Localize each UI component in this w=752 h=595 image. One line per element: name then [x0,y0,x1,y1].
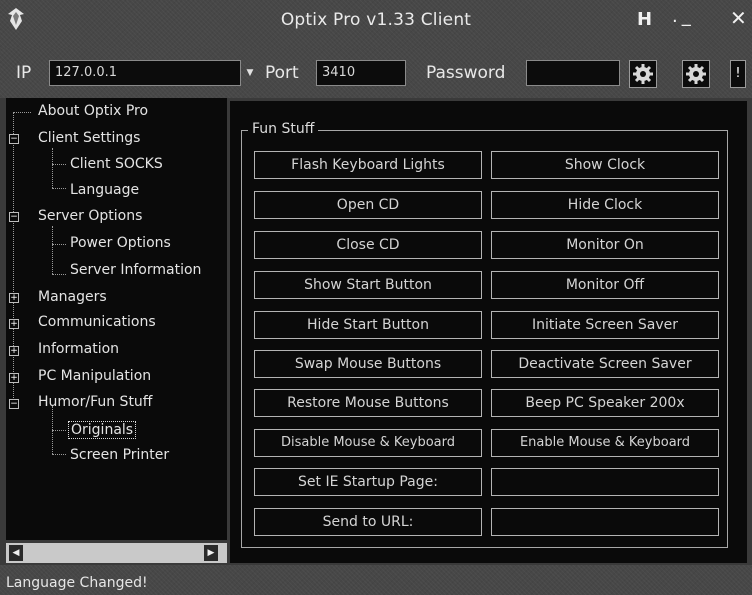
gear-icon [633,64,653,84]
ip-input[interactable]: 127.0.0.1 [49,60,241,86]
disconnect-button[interactable] [682,60,710,88]
help-button[interactable]: H [637,9,652,30]
connect-button[interactable] [629,60,657,88]
tree-item-originals[interactable]: Originals [68,421,137,439]
tree-item-power-options[interactable]: Power Options [70,235,171,251]
monitor-on-button[interactable]: Monitor On [491,231,719,259]
tree-item-client-socks[interactable]: Client SOCKS [70,156,163,172]
connection-toolbar: IP 127.0.0.1 ▼ Port 3410 Password ! [0,48,752,98]
expander-information[interactable]: + [9,346,19,356]
tree-horizontal-scrollbar[interactable]: ◀ ▶ [6,543,227,563]
swap-mouse-buttons-button[interactable]: Swap Mouse Buttons [254,350,482,378]
tree-item-humor-fun-stuff[interactable]: Humor/Fun Stuff [38,394,152,410]
tree-item-screen-printer[interactable]: Screen Printer [70,447,169,463]
monitor-off-button[interactable]: Monitor Off [491,271,719,299]
fun-stuff-legend: Fun Stuff [248,121,319,137]
scroll-right-icon[interactable]: ▶ [204,545,218,561]
tree-item-server-options[interactable]: Server Options [38,208,142,224]
expander-managers[interactable]: + [9,293,19,303]
tree-item-client-settings[interactable]: Client Settings [38,130,140,146]
scroll-left-icon[interactable]: ◀ [9,545,23,561]
flash-keyboard-lights-button[interactable]: Flash Keyboard Lights [254,151,482,179]
fun-stuff-group: Fun Stuff Flash Keyboard Lights Open CD … [241,121,728,548]
hide-start-button-button[interactable]: Hide Start Button [254,311,482,339]
main-panel: Fun Stuff Flash Keyboard Lights Open CD … [227,98,752,565]
expander-humor-fun-stuff[interactable]: − [9,399,19,409]
expander-pc-manipulation[interactable]: + [9,373,19,383]
beep-pc-speaker-button[interactable]: Beep PC Speaker 200x [491,389,719,417]
deactivate-screen-saver-button[interactable]: Deactivate Screen Saver [491,350,719,378]
tree-item-pc-manipulation[interactable]: PC Manipulation [38,368,151,384]
expander-communications[interactable]: + [9,319,19,329]
port-input[interactable]: 3410 [316,60,406,86]
open-cd-button[interactable]: Open CD [254,191,482,219]
tree-item-information[interactable]: Information [38,341,119,357]
navigation-tree: About Optix Pro − Client Settings Client… [6,98,227,540]
status-text: Language Changed! [6,575,148,591]
status-bar: Language Changed! [0,565,752,595]
fun-stuff-panel: Fun Stuff Flash Keyboard Lights Open CD … [230,101,747,563]
set-ie-startup-page-button[interactable]: Set IE Startup Page: [254,468,482,496]
tree-item-managers[interactable]: Managers [38,289,107,305]
send-url-input[interactable] [491,508,719,536]
enable-mouse-keyboard-button[interactable]: Enable Mouse & Keyboard [491,429,719,457]
title-bar: Optix Pro v1.33 Client H ._ ✕ [0,0,752,48]
minimize-button[interactable]: ._ [672,6,695,27]
password-label: Password [426,63,506,83]
close-cd-button[interactable]: Close CD [254,231,482,259]
show-start-button-button[interactable]: Show Start Button [254,271,482,299]
tree-item-communications[interactable]: Communications [38,314,156,330]
ip-label: IP [16,63,32,83]
tree-item-server-information[interactable]: Server Information [70,262,201,278]
initiate-screen-saver-button[interactable]: Initiate Screen Saver [491,311,719,339]
ie-startup-page-input[interactable] [491,468,719,496]
disable-mouse-keyboard-button[interactable]: Disable Mouse & Keyboard [254,429,482,457]
tree-item-language[interactable]: Language [70,182,139,198]
hide-clock-button[interactable]: Hide Clock [491,191,719,219]
expander-server-options[interactable]: − [9,212,19,222]
restore-mouse-buttons-button[interactable]: Restore Mouse Buttons [254,389,482,417]
info-button[interactable]: ! [730,60,746,88]
ip-dropdown-icon[interactable]: ▼ [241,60,259,86]
expander-client-settings[interactable]: − [9,134,19,144]
port-label: Port [265,63,299,83]
show-clock-button[interactable]: Show Clock [491,151,719,179]
close-button[interactable]: ✕ [730,6,747,30]
gear-icon [686,64,706,84]
password-input[interactable] [526,60,620,86]
send-to-url-button[interactable]: Send to URL: [254,508,482,536]
tree-item-about-optix-pro[interactable]: About Optix Pro [38,103,148,119]
